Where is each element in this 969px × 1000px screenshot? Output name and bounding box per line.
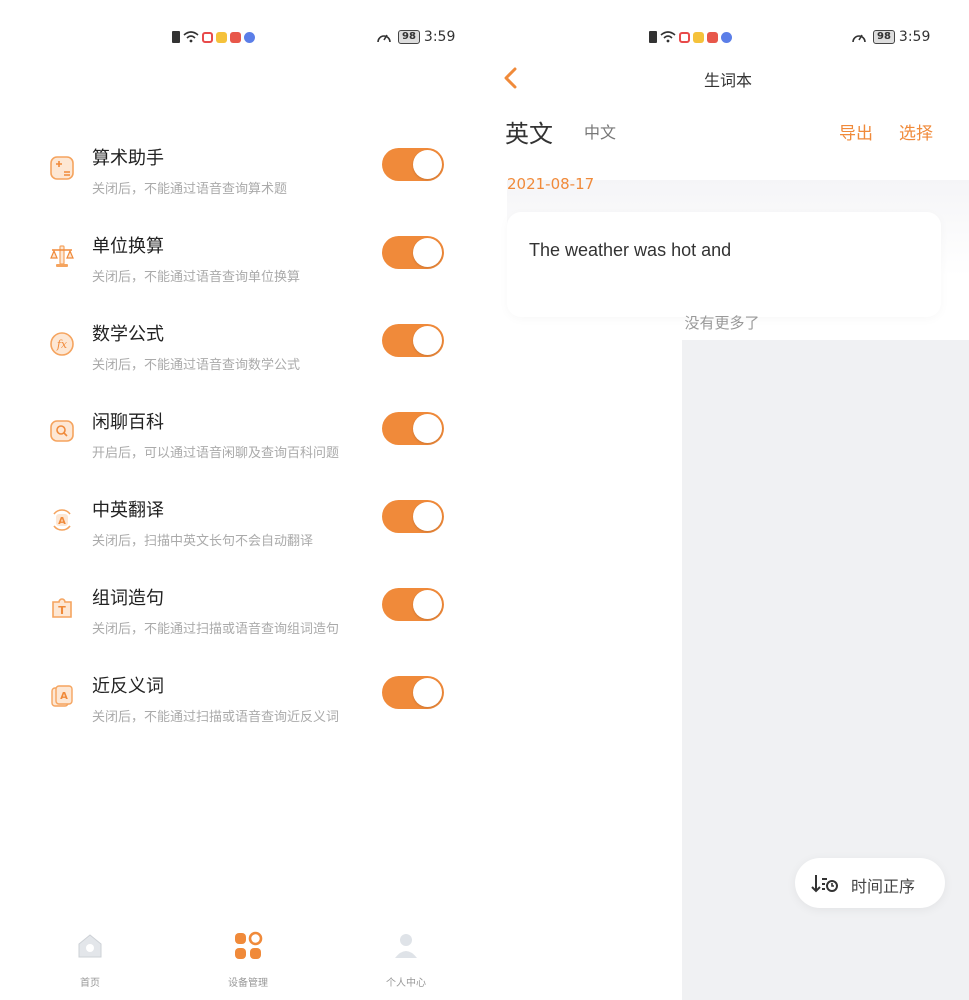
svg-text:fx: fx bbox=[56, 338, 68, 351]
setting-desc: 关闭后，不能通过扫描或语音查询组词造句 bbox=[92, 622, 340, 637]
speed-icon bbox=[377, 34, 391, 43]
tab-device-management-label: 设备管理 bbox=[228, 978, 268, 989]
unit-conversion-toggle[interactable] bbox=[382, 236, 444, 269]
battery-indicator: 98 bbox=[398, 30, 420, 44]
select-button[interactable]: 选择 bbox=[899, 119, 933, 144]
toggle-knob bbox=[413, 414, 442, 443]
wifi-icon bbox=[660, 31, 676, 43]
home-icon bbox=[78, 934, 102, 958]
status-time: 3:59 bbox=[898, 29, 931, 45]
sim-icon bbox=[172, 31, 180, 43]
status-bar-left bbox=[172, 26, 255, 48]
setting-row-math-formula: fx 数学公式 关闭后，不能通过语音查询数学公式 bbox=[48, 320, 448, 390]
toggle-knob bbox=[413, 678, 442, 707]
app-notify-icon-red bbox=[202, 31, 213, 43]
word-sentence-toggle[interactable] bbox=[382, 588, 444, 621]
setting-title: 数学公式 bbox=[92, 324, 164, 345]
toggle-knob bbox=[413, 590, 442, 619]
setting-title: 近反义词 bbox=[92, 676, 164, 697]
app-notify-icon-blue bbox=[721, 31, 732, 43]
setting-row-word-sentence: T 组词造句 关闭后，不能通过扫描或语音查询组词造句 bbox=[48, 584, 448, 654]
setting-row-translate: A 中英翻译 关闭后，扫描中英文长句不会自动翻译 bbox=[48, 496, 448, 566]
setting-desc: 开启后，可以通过语音闲聊及查询百科问题 bbox=[92, 446, 340, 461]
setting-row-chat-encyclopedia: 闲聊百科 开启后，可以通过语音闲聊及查询百科问题 bbox=[48, 408, 448, 478]
svg-text:A: A bbox=[58, 516, 66, 527]
app-notify-icon-yellow bbox=[216, 31, 227, 43]
tab-profile-label: 个人中心 bbox=[386, 978, 426, 989]
fx-icon: fx bbox=[50, 332, 74, 356]
scale-icon bbox=[50, 245, 74, 267]
device-grid-icon bbox=[235, 931, 263, 959]
setting-row-synonym-antonym: A 近反义词 关闭后，不能通过扫描或语音查询近反义词 bbox=[48, 672, 448, 742]
status-bar-right-right: 98 3:59 bbox=[851, 26, 930, 48]
person-icon bbox=[395, 934, 417, 958]
svg-text:A: A bbox=[60, 691, 68, 702]
setting-row-unit-conversion: 单位换算 关闭后，不能通过语音查询单位换算 bbox=[48, 232, 448, 302]
setting-desc: 关闭后，不能通过语音查询算术题 bbox=[92, 182, 288, 197]
chat-search-icon bbox=[50, 420, 74, 442]
translate-icon: A bbox=[53, 509, 71, 531]
sort-order-label: 时间正序 bbox=[851, 877, 916, 896]
math-formula-toggle[interactable] bbox=[382, 324, 444, 357]
cards-a-icon: A bbox=[51, 685, 73, 707]
app-notify-icon-redbox bbox=[707, 31, 718, 43]
app-notify-icon-red bbox=[679, 31, 690, 43]
speed-icon bbox=[852, 34, 866, 43]
synonym-antonym-toggle[interactable] bbox=[382, 676, 444, 709]
wifi-icon bbox=[183, 31, 199, 43]
toggle-knob bbox=[413, 502, 442, 531]
arithmetic-toggle[interactable] bbox=[382, 148, 444, 181]
sort-order-button[interactable]: 时间正序 bbox=[795, 858, 945, 908]
sort-time-icon bbox=[811, 875, 838, 893]
setting-row-arithmetic: 算术助手 关闭后，不能通过语音查询算术题 bbox=[48, 144, 448, 214]
vocabulary-screen: 98 3:59 生词本 英文 中文 导出 选择 2021-08-17 The w… bbox=[487, 0, 969, 1000]
tab-profile[interactable]: 个人中心 bbox=[356, 930, 456, 989]
tab-chinese[interactable]: 中文 bbox=[584, 119, 616, 143]
status-time: 3:59 bbox=[423, 29, 456, 45]
app-notify-icon-blue bbox=[244, 31, 255, 43]
date-header: 2021-08-17 bbox=[507, 175, 595, 193]
setting-desc: 关闭后，不能通过扫描或语音查询近反义词 bbox=[92, 710, 340, 725]
setting-title: 组词造句 bbox=[92, 588, 164, 609]
status-icons bbox=[172, 31, 255, 43]
setting-desc: 关闭后，不能通过语音查询单位换算 bbox=[92, 270, 301, 285]
settings-screen: 98 3:59 算术助手 关闭后，不能通过语音查询算术题 单位换算 关闭后，不能… bbox=[0, 0, 482, 1000]
battery-indicator: 98 bbox=[873, 30, 895, 44]
translate-toggle[interactable] bbox=[382, 500, 444, 533]
status-bar-right-screen bbox=[649, 26, 732, 48]
chat-encyclopedia-toggle[interactable] bbox=[382, 412, 444, 445]
app-notify-icon-yellow bbox=[693, 31, 704, 43]
setting-title: 算术助手 bbox=[92, 148, 164, 169]
calculator-icon bbox=[50, 156, 74, 180]
toggle-knob bbox=[413, 238, 442, 267]
tab-home-label: 首页 bbox=[80, 978, 100, 989]
vocab-entry-text: The weather was hot and bbox=[529, 240, 732, 260]
export-button[interactable]: 导出 bbox=[839, 119, 873, 144]
setting-desc: 关闭后，不能通过语音查询数学公式 bbox=[92, 358, 301, 373]
sim-icon bbox=[649, 31, 657, 43]
no-more-label: 没有更多了 bbox=[684, 314, 760, 332]
tab-english[interactable]: 英文 bbox=[505, 114, 553, 149]
status-icons bbox=[649, 31, 732, 43]
setting-title: 闲聊百科 bbox=[92, 412, 164, 433]
bottom-tab-bar: 首页 设备管理 个人中心 bbox=[0, 930, 482, 990]
app-notify-icon-redbox bbox=[230, 31, 241, 43]
toggle-knob bbox=[413, 326, 442, 355]
page-title: 生词本 bbox=[703, 71, 752, 90]
puzzle-t-icon: T bbox=[52, 598, 72, 618]
tab-home[interactable]: 首页 bbox=[40, 930, 140, 989]
setting-title: 单位换算 bbox=[92, 236, 164, 257]
vocab-entry-card[interactable]: The weather was hot and bbox=[507, 212, 941, 317]
status-bar-right-left: 98 3:59 bbox=[376, 26, 455, 48]
svg-text:T: T bbox=[58, 604, 66, 617]
tab-device-management[interactable]: 设备管理 bbox=[198, 930, 298, 989]
toggle-knob bbox=[413, 150, 442, 179]
setting-title: 中英翻译 bbox=[92, 500, 164, 521]
setting-desc: 关闭后，扫描中英文长句不会自动翻译 bbox=[92, 534, 314, 549]
